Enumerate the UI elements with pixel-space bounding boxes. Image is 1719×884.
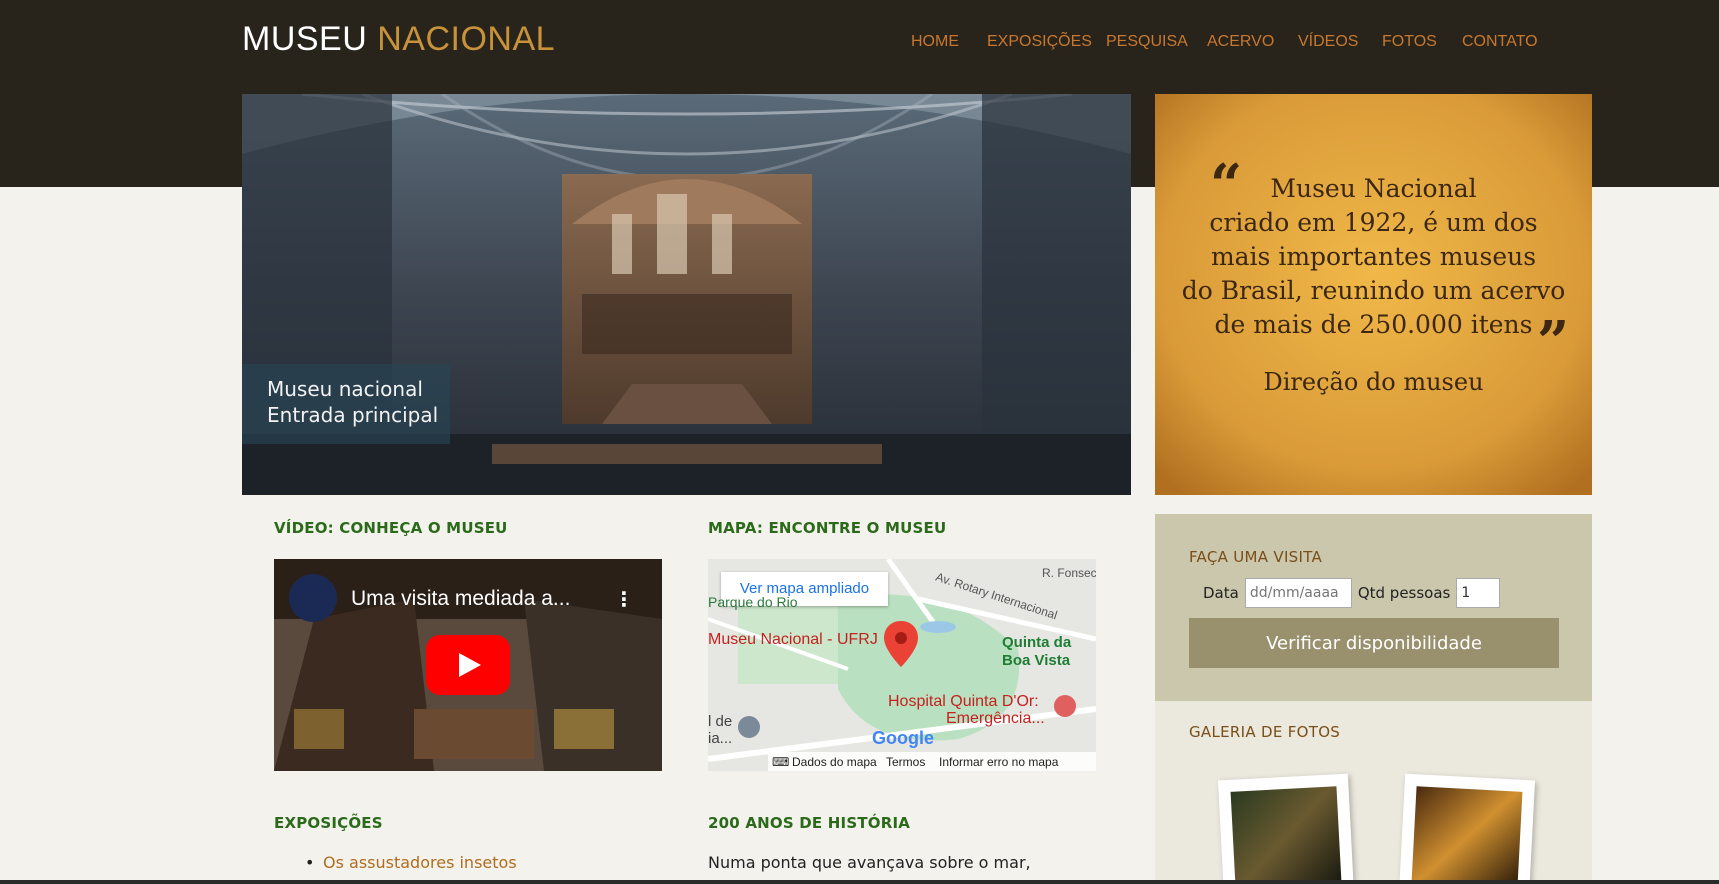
map-report-link[interactable]: Informar erro no mapa	[939, 755, 1058, 769]
nav-home[interactable]: HOME	[911, 33, 959, 51]
quote-line: de mais de 250.000 itens	[1214, 310, 1533, 339]
map-data-link[interactable]: Dados do mapa	[792, 755, 877, 769]
nav-fotos[interactable]: FOTOS	[1382, 33, 1437, 51]
qty-label: Qtd pessoas	[1357, 584, 1451, 602]
bottom-strip	[0, 880, 1719, 884]
hero-caption: Museu nacional Entrada principal	[242, 364, 450, 444]
map-label-museu: Museu Nacional - UFRJ	[708, 631, 878, 648]
video-title[interactable]: Uma visita mediada a...	[351, 587, 570, 611]
more-options-icon[interactable]: ⋮	[614, 587, 634, 611]
gallery-photo-image	[1230, 786, 1342, 884]
hero-caption-line1: Museu nacional	[267, 377, 423, 401]
keyboard-icon[interactable]: ⌨	[772, 755, 789, 769]
gallery-photo[interactable]	[1217, 773, 1355, 884]
hero-caption-line2: Entrada principal	[267, 403, 439, 427]
map-label-hospital2: Emergência...	[946, 710, 1045, 727]
exposicoes-title: EXPOSIÇÕES	[274, 814, 383, 832]
play-button-icon[interactable]	[426, 635, 510, 695]
map-pin-icon[interactable]	[884, 621, 918, 667]
list-bullet: •	[305, 853, 315, 872]
nav-contato[interactable]: CONTATO	[1462, 33, 1538, 51]
video-embed[interactable]: Uma visita mediada a... ⋮	[274, 559, 662, 771]
map-label-left1: l de	[708, 713, 733, 730]
map-embed[interactable]: Ver mapa ampliado R. Fonsec Parque do Ri…	[708, 559, 1096, 771]
check-availability-button[interactable]: Verificar disponibilidade	[1189, 618, 1559, 668]
main-nav: HOME EXPOSIÇÕES PESQUISA ACERVO VÍDEOS F…	[0, 33, 1719, 55]
quote-panel: “ ” Museu Nacional criado em 1922, é um …	[1155, 94, 1592, 495]
historia-title: 200 ANOS DE HISTÓRIA	[708, 814, 911, 832]
photo-gallery: GALERIA DE FOTOS	[1155, 701, 1592, 884]
quote-line: Museu Nacional	[1270, 174, 1477, 203]
gallery-photo-image	[1411, 786, 1523, 884]
museu-nacional-logo-icon[interactable]	[289, 574, 337, 622]
nav-pesquisa[interactable]: PESQUISA	[1106, 33, 1188, 51]
map-terms-link[interactable]: Termos	[886, 755, 925, 769]
date-field[interactable]	[1244, 578, 1352, 608]
gallery-title: GALERIA DE FOTOS	[1189, 723, 1341, 741]
quote-line: criado em 1922, é um dos	[1209, 208, 1538, 237]
nav-exposicoes[interactable]: EXPOSIÇÕES	[987, 33, 1092, 51]
visit-panel: FAÇA UMA VISITA Data Qtd pessoas Verific…	[1155, 514, 1592, 701]
gallery-photo[interactable]	[1398, 773, 1536, 884]
map-label-left2: ia...	[708, 730, 733, 747]
hero-image: Museu nacional Entrada principal	[242, 94, 1131, 495]
map-label-quinta2: Boa Vista	[1002, 652, 1071, 669]
date-label: Data	[1203, 584, 1239, 602]
visit-title: FAÇA UMA VISITA	[1189, 548, 1323, 566]
map-label-hospital1: Hospital Quinta D'Or:	[888, 693, 1039, 710]
map-label-quinta1: Quinta da	[1002, 634, 1072, 651]
exposicoes-item[interactable]: Os assustadores insetos	[323, 853, 517, 872]
visit-form-row: Data Qtd pessoas	[1203, 578, 1501, 608]
quote-line: do Brasil, reunindo um acervo	[1181, 276, 1566, 305]
quote-text: Museu Nacional criado em 1922, é um dos …	[1155, 172, 1592, 342]
map-footer: ⌨ Dados do mapa Termos Informar erro no …	[768, 752, 1096, 771]
quote-signature: Direção do museu	[1263, 368, 1484, 396]
google-logo: Google	[872, 728, 934, 748]
quote-line: mais importantes museus	[1210, 242, 1537, 271]
map-section-title: MAPA: ENCONTRE O MUSEU	[708, 519, 947, 537]
map-label-fonseca: R. Fonsec	[1042, 566, 1096, 580]
video-section-title: VÍDEO: CONHEÇA O MUSEU	[274, 519, 508, 537]
map-label-parque: Parque do Rio	[708, 594, 798, 610]
nav-acervo[interactable]: ACERVO	[1207, 33, 1274, 51]
nav-videos[interactable]: VÍDEOS	[1298, 33, 1358, 51]
historia-text: Numa ponta que avançava sobre o mar,	[708, 853, 1031, 872]
qty-field[interactable]	[1456, 578, 1501, 608]
